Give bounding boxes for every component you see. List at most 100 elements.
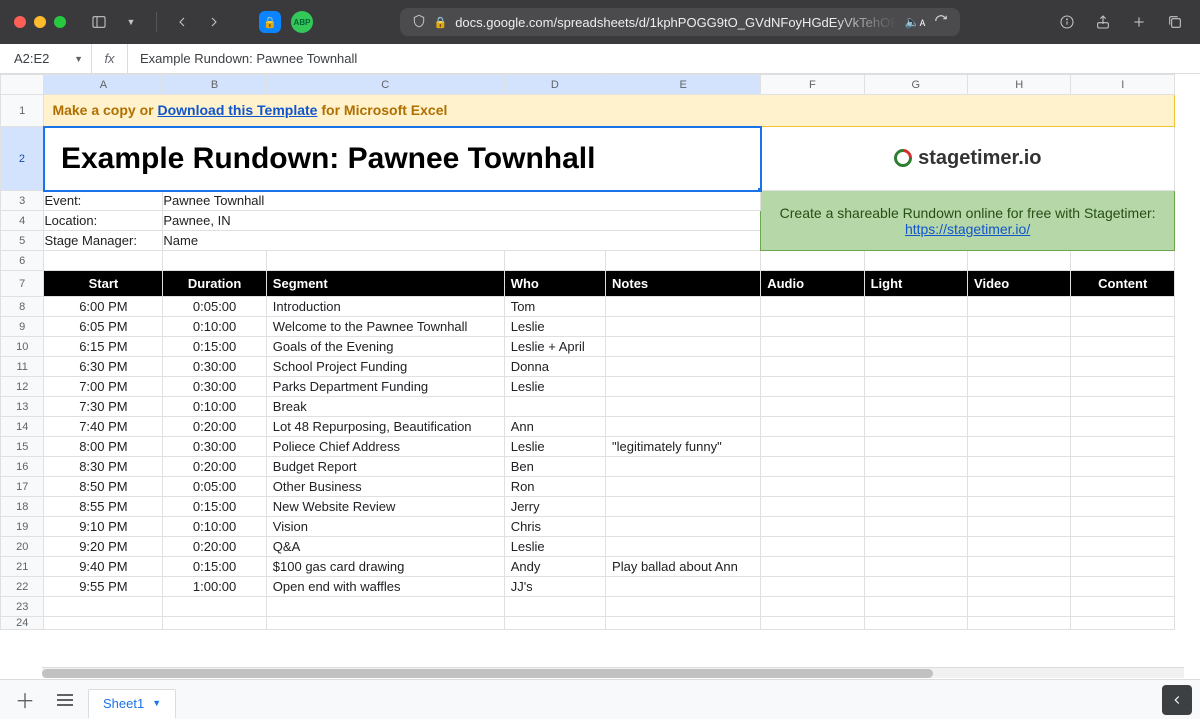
cell-notes[interactable] xyxy=(606,477,761,497)
cell-who[interactable]: Tom xyxy=(504,297,605,317)
back-icon[interactable] xyxy=(171,11,193,33)
row-header[interactable]: 11 xyxy=(1,357,44,377)
cell-content[interactable] xyxy=(1071,577,1175,597)
cell-light[interactable] xyxy=(864,317,967,337)
row-header[interactable]: 10 xyxy=(1,337,44,357)
cell-duration[interactable]: 0:30:00 xyxy=(163,377,266,397)
cell-video[interactable] xyxy=(968,397,1071,417)
cell-video[interactable] xyxy=(968,577,1071,597)
maximize-window-icon[interactable] xyxy=(54,16,66,28)
chevron-down-icon[interactable]: ▼ xyxy=(152,698,161,708)
cell-audio[interactable] xyxy=(761,317,864,337)
cell-content[interactable] xyxy=(1071,317,1175,337)
cell-who[interactable]: Jerry xyxy=(504,497,605,517)
adblock-icon[interactable]: ABP xyxy=(291,11,313,33)
forward-icon[interactable] xyxy=(203,11,225,33)
banner-cell[interactable]: Make a copy or Download this Template fo… xyxy=(44,95,1175,127)
table-row[interactable]: 106:15 PM0:15:00Goals of the EveningLesl… xyxy=(1,337,1175,357)
row-6[interactable]: 6 xyxy=(1,251,1175,271)
cell-segment[interactable]: Introduction xyxy=(266,297,504,317)
title-cell[interactable]: Example Rundown: Pawnee Townhall xyxy=(44,127,761,191)
col-header-H[interactable]: H xyxy=(968,75,1071,95)
row-header[interactable]: 21 xyxy=(1,557,44,577)
cell-audio[interactable] xyxy=(761,557,864,577)
cell-who[interactable]: Andy xyxy=(504,557,605,577)
cell-content[interactable] xyxy=(1071,497,1175,517)
cell-who[interactable]: Leslie xyxy=(504,437,605,457)
cell-who[interactable]: Ann xyxy=(504,417,605,437)
cell-video[interactable] xyxy=(968,477,1071,497)
cell-start[interactable]: 9:55 PM xyxy=(44,577,163,597)
cell-notes[interactable] xyxy=(606,357,761,377)
cell-notes[interactable] xyxy=(606,377,761,397)
row-header[interactable]: 23 xyxy=(1,597,44,617)
table-row[interactable]: 23 xyxy=(1,597,1175,617)
cell-who[interactable]: Ron xyxy=(504,477,605,497)
row-header[interactable]: 16 xyxy=(1,457,44,477)
cell-content[interactable] xyxy=(1071,397,1175,417)
cell-notes[interactable] xyxy=(606,317,761,337)
cell-light[interactable] xyxy=(864,477,967,497)
cell-who[interactable]: Chris xyxy=(504,517,605,537)
table-row[interactable]: 96:05 PM0:10:00Welcome to the Pawnee Tow… xyxy=(1,317,1175,337)
cell-notes[interactable]: "legitimately funny" xyxy=(606,437,761,457)
sm-value[interactable]: Name xyxy=(163,231,761,251)
col-header-E[interactable]: E xyxy=(606,75,761,95)
cell-light[interactable] xyxy=(864,437,967,457)
cell-segment[interactable]: $100 gas card drawing xyxy=(266,557,504,577)
cell-duration[interactable]: 0:10:00 xyxy=(163,317,266,337)
table-row[interactable]: 137:30 PM0:10:00Break xyxy=(1,397,1175,417)
chevron-down-icon[interactable]: ▼ xyxy=(120,11,142,33)
event-label[interactable]: Event: xyxy=(44,191,163,211)
row-header[interactable]: 8 xyxy=(1,297,44,317)
cell-duration[interactable]: 0:05:00 xyxy=(163,477,266,497)
selection-handle[interactable] xyxy=(757,187,761,191)
cell-start[interactable]: 8:55 PM xyxy=(44,497,163,517)
cell-duration[interactable]: 0:20:00 xyxy=(163,537,266,557)
cell-notes[interactable] xyxy=(606,337,761,357)
cell-video[interactable] xyxy=(968,437,1071,457)
cell-who[interactable]: JJ's xyxy=(504,577,605,597)
cell-notes[interactable] xyxy=(606,497,761,517)
table-row[interactable]: 199:10 PM0:10:00VisionChris xyxy=(1,517,1175,537)
privacy-lock-icon[interactable]: 🔒 xyxy=(259,11,281,33)
cell-video[interactable] xyxy=(968,357,1071,377)
cell-light[interactable] xyxy=(864,457,967,477)
cell-audio[interactable] xyxy=(761,477,864,497)
sm-label[interactable]: Stage Manager: xyxy=(44,231,163,251)
cell-content[interactable] xyxy=(1071,377,1175,397)
cell-content[interactable] xyxy=(1071,457,1175,477)
row-header[interactable]: 14 xyxy=(1,417,44,437)
cell-who[interactable]: Leslie xyxy=(504,377,605,397)
sheet-tab-active[interactable]: Sheet1 ▼ xyxy=(88,689,176,719)
row-header[interactable]: 18 xyxy=(1,497,44,517)
row-header[interactable]: 17 xyxy=(1,477,44,497)
new-tab-icon[interactable] xyxy=(1128,11,1150,33)
cell-content[interactable] xyxy=(1071,437,1175,457)
row-header[interactable]: 12 xyxy=(1,377,44,397)
col-header-A[interactable]: A xyxy=(44,75,163,95)
col-header-B[interactable]: B xyxy=(163,75,266,95)
row-header[interactable]: 15 xyxy=(1,437,44,457)
table-row[interactable]: 86:00 PM0:05:00IntroductionTom xyxy=(1,297,1175,317)
cell-start[interactable]: 7:40 PM xyxy=(44,417,163,437)
cell-video[interactable] xyxy=(968,297,1071,317)
row-header[interactable]: 20 xyxy=(1,537,44,557)
cell-duration[interactable]: 0:15:00 xyxy=(163,557,266,577)
cell-who[interactable] xyxy=(504,397,605,417)
cell-audio[interactable] xyxy=(761,417,864,437)
row-header[interactable]: 1 xyxy=(1,95,44,127)
all-sheets-button[interactable] xyxy=(48,685,82,715)
cell-audio[interactable] xyxy=(761,377,864,397)
select-all-corner[interactable] xyxy=(1,75,44,95)
cell-light[interactable] xyxy=(864,537,967,557)
cell-video[interactable] xyxy=(968,517,1071,537)
cell-start[interactable]: 6:15 PM xyxy=(44,337,163,357)
row-header[interactable]: 22 xyxy=(1,577,44,597)
cell-duration[interactable]: 1:00:00 xyxy=(163,577,266,597)
cell-who[interactable]: Leslie xyxy=(504,317,605,337)
cell-audio[interactable] xyxy=(761,577,864,597)
cell-notes[interactable] xyxy=(606,577,761,597)
cell-content[interactable] xyxy=(1071,337,1175,357)
table-row[interactable]: 178:50 PM0:05:00Other BusinessRon xyxy=(1,477,1175,497)
